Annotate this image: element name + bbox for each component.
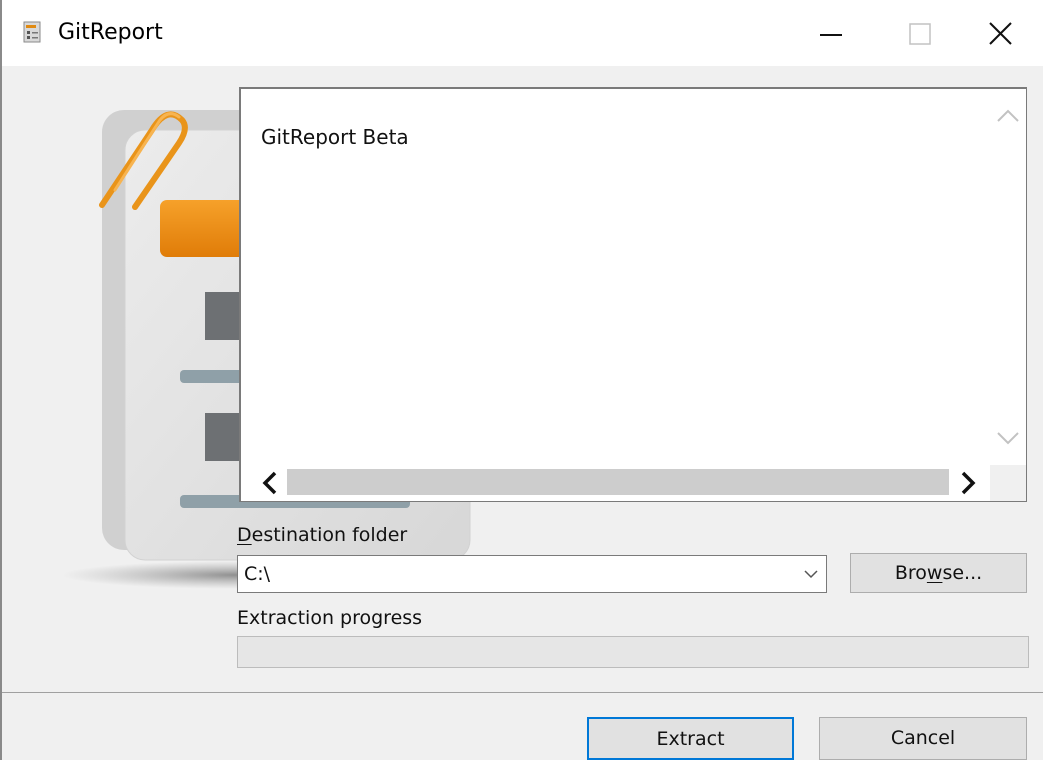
destination-folder-combobox[interactable] xyxy=(237,555,827,593)
installer-window: GitReport GitReport Beta Destination fol… xyxy=(0,0,1043,760)
browse-mnemonic: w xyxy=(926,562,943,584)
maximize-icon xyxy=(909,23,931,45)
horizontal-scrollbar[interactable] xyxy=(241,465,991,501)
extraction-progress-bar xyxy=(237,636,1029,668)
destination-folder-label: Destination folder xyxy=(237,524,407,546)
scroll-down-icon[interactable] xyxy=(990,421,1026,457)
close-icon xyxy=(989,22,1012,45)
destination-mnemonic: D xyxy=(237,524,252,546)
scroll-corner xyxy=(990,465,1026,501)
footer-divider xyxy=(2,692,1043,693)
app-icon xyxy=(23,21,41,43)
maximize-button[interactable] xyxy=(877,0,967,66)
chevron-down-icon[interactable] xyxy=(802,565,820,583)
extraction-progress-label: Extraction progress xyxy=(237,607,423,629)
scroll-right-icon[interactable] xyxy=(951,465,987,501)
readme-text: GitReport Beta xyxy=(261,125,409,149)
browse-label-pre: Bro xyxy=(894,562,927,584)
scroll-up-icon[interactable] xyxy=(990,97,1026,133)
cancel-button[interactable]: Cancel xyxy=(819,717,1027,760)
horizontal-scroll-thumb[interactable] xyxy=(287,469,949,495)
window-title: GitReport xyxy=(58,20,163,45)
destination-label-rest: estination folder xyxy=(251,524,408,546)
browse-label-post: se... xyxy=(942,562,983,584)
scroll-left-icon[interactable] xyxy=(251,465,287,501)
browse-button[interactable]: Browse... xyxy=(850,553,1027,593)
minimize-button[interactable] xyxy=(787,0,877,66)
minimize-icon xyxy=(820,34,842,36)
readme-textbox[interactable]: GitReport Beta xyxy=(239,87,1027,502)
title-bar[interactable]: GitReport xyxy=(2,0,1043,66)
close-button[interactable] xyxy=(957,0,1043,66)
destination-folder-input[interactable] xyxy=(244,560,784,588)
extract-button[interactable]: Extract xyxy=(587,717,794,760)
vertical-scrollbar[interactable] xyxy=(990,89,1026,464)
